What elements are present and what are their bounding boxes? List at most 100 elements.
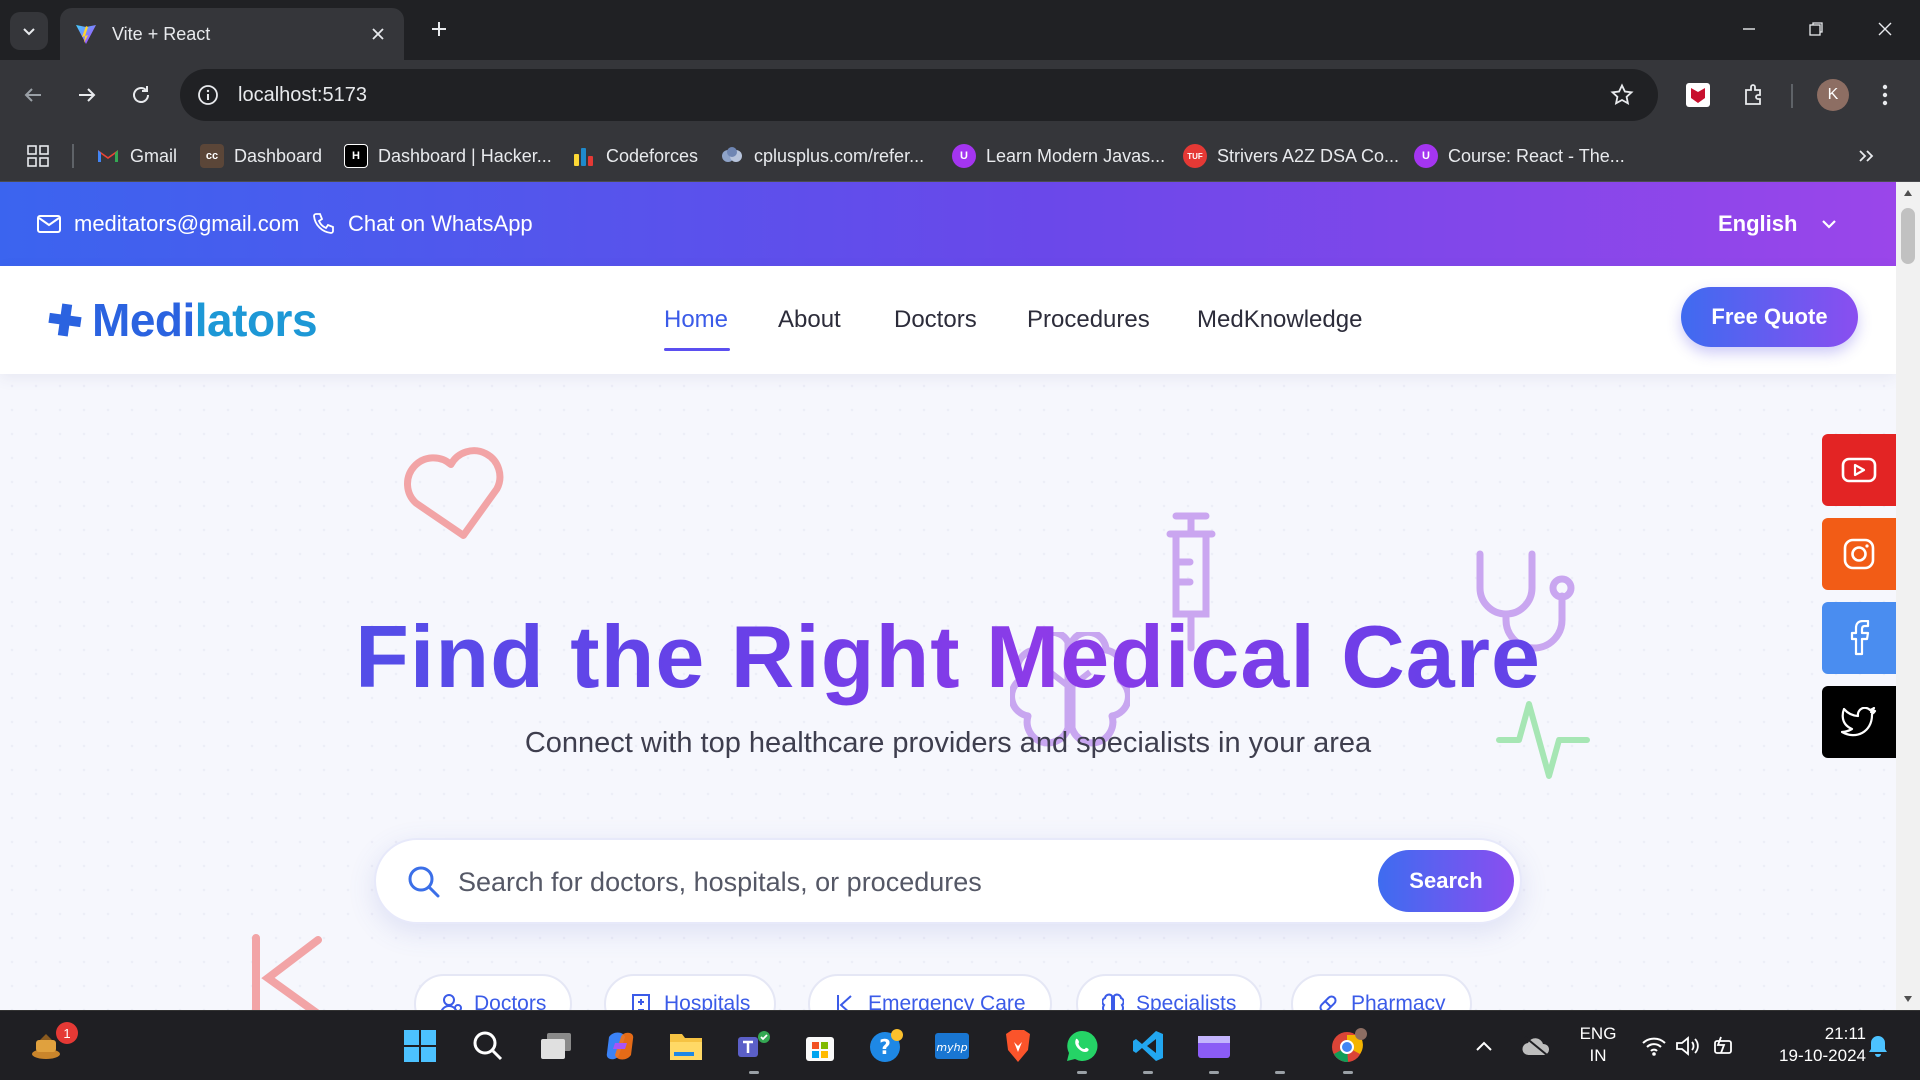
store-app[interactable] xyxy=(798,1024,842,1068)
running-indicator xyxy=(1275,1071,1285,1074)
copilot-app[interactable] xyxy=(598,1024,642,1068)
notifications-button[interactable] xyxy=(1862,1024,1894,1068)
email-link[interactable]: meditators@gmail.com xyxy=(36,182,299,266)
vscode-app[interactable] xyxy=(1126,1024,1170,1074)
bookmarks-bar: Gmail cc Dashboard H Dashboard | Hacker.… xyxy=(0,130,1920,182)
chevron-down-icon xyxy=(1822,220,1837,229)
chip-label: Doctors xyxy=(474,992,547,1010)
windows-taskbar: 1 ? myhp ENG IN 21:11 19-10-2024 xyxy=(0,1010,1920,1080)
language-select[interactable]: English xyxy=(1718,182,1839,266)
task-view-button[interactable] xyxy=(534,1024,578,1068)
page-scrollbar[interactable] xyxy=(1896,182,1920,1010)
bookmark-label: cplusplus.com/refer... xyxy=(754,145,925,166)
youtube-button[interactable] xyxy=(1822,434,1896,506)
myhp-app[interactable]: myhp xyxy=(930,1024,974,1068)
volume-tray[interactable] xyxy=(1670,1024,1706,1068)
tab-search-button[interactable] xyxy=(10,12,48,50)
bookmark-gmail[interactable]: Gmail xyxy=(96,138,177,174)
bookmark-star-icon[interactable] xyxy=(1606,79,1638,111)
video-editor-icon xyxy=(1198,1036,1230,1058)
whatsapp-app[interactable] xyxy=(1060,1024,1104,1074)
forward-button[interactable] xyxy=(70,78,104,112)
facebook-button[interactable] xyxy=(1822,602,1896,674)
battery-tray[interactable] xyxy=(1706,1024,1742,1068)
chip-emergency-care[interactable]: Emergency Care xyxy=(808,974,1052,1010)
restore-button[interactable] xyxy=(1801,14,1831,44)
scroll-up-arrow[interactable] xyxy=(1896,182,1920,204)
nav-home[interactable]: Home xyxy=(664,266,728,374)
teams-app[interactable] xyxy=(732,1024,776,1074)
scroll-down-arrow[interactable] xyxy=(1896,988,1920,1010)
volume-icon xyxy=(1676,1036,1699,1056)
new-tab-button[interactable] xyxy=(424,14,454,44)
free-quote-button[interactable]: Free Quote xyxy=(1681,287,1858,347)
bookmark-hackerrank[interactable]: H Dashboard | Hacker... xyxy=(344,138,552,174)
bookmark-codechef[interactable]: cc Dashboard xyxy=(200,138,322,174)
bookmark-strivers[interactable]: TUF Strivers A2Z DSA Co... xyxy=(1183,138,1399,174)
browser-menu-icon[interactable] xyxy=(1868,78,1902,112)
whatsapp-link[interactable]: Chat on WhatsApp xyxy=(310,182,533,266)
search-input[interactable] xyxy=(458,860,1358,904)
more-bookmarks-icon[interactable] xyxy=(1852,142,1880,170)
chip-pharmacy[interactable]: Pharmacy xyxy=(1291,974,1472,1010)
onedrive-tray[interactable] xyxy=(1516,1024,1556,1068)
phone-icon xyxy=(313,213,334,234)
nav-about[interactable]: About xyxy=(778,266,841,374)
chip-specialists[interactable]: Specialists xyxy=(1076,974,1263,1010)
chrome-app[interactable] xyxy=(1326,1024,1370,1074)
clipchamp-app[interactable] xyxy=(1192,1024,1236,1074)
system-clock[interactable]: 21:11 19-10-2024 xyxy=(1756,1023,1866,1067)
bookmark-udemy-react[interactable]: U Course: React - The... xyxy=(1414,138,1625,174)
file-explorer-app[interactable] xyxy=(664,1024,708,1068)
minimize-button[interactable] xyxy=(1734,14,1764,44)
help-icon: ? xyxy=(870,1029,903,1062)
nav-medknowledge[interactable]: MedKnowledge xyxy=(1197,266,1362,374)
tab-close-icon[interactable] xyxy=(366,22,390,46)
chip-label: Specialists xyxy=(1136,992,1237,1010)
brain-icon xyxy=(1102,993,1124,1010)
widgets-button[interactable]: 1 xyxy=(24,1022,78,1068)
whatsapp-text: Chat on WhatsApp xyxy=(348,211,533,236)
chip-doctors[interactable]: Doctors xyxy=(414,974,573,1010)
close-window-button[interactable] xyxy=(1870,14,1900,44)
codeforces-icon xyxy=(574,148,593,166)
brand-logo[interactable]: Medilators xyxy=(46,266,318,374)
site-info-icon[interactable] xyxy=(192,79,224,111)
browser-tab[interactable]: Vite + React xyxy=(60,8,404,60)
wifi-tray[interactable] xyxy=(1636,1024,1672,1068)
running-indicator xyxy=(1343,1071,1353,1074)
nav-procedures[interactable]: Procedures xyxy=(1027,266,1150,374)
profile-avatar[interactable]: K xyxy=(1817,79,1849,111)
arrow-left-icon xyxy=(24,88,41,102)
scrollbar-thumb[interactable] xyxy=(1901,208,1915,264)
twitter-button[interactable] xyxy=(1822,686,1896,758)
bookmark-label: Course: React - The... xyxy=(1448,145,1625,166)
whatsapp-icon xyxy=(1067,1030,1098,1061)
reload-button[interactable] xyxy=(124,78,158,112)
instagram-icon xyxy=(1843,538,1875,570)
chip-hospitals[interactable]: Hospitals xyxy=(604,974,777,1010)
battery-charging-icon xyxy=(1714,1036,1732,1054)
show-hidden-icons[interactable] xyxy=(1468,1024,1500,1068)
extension-mcafee-icon[interactable] xyxy=(1681,78,1715,112)
address-bar[interactable]: localhost:5173 xyxy=(180,69,1658,121)
mail-icon xyxy=(37,215,61,233)
get-help-app[interactable]: ? xyxy=(864,1024,908,1068)
bookmark-cplusplus[interactable]: cplusplus.com/refer... xyxy=(720,138,924,174)
start-button[interactable] xyxy=(398,1024,442,1068)
apps-grid-icon[interactable] xyxy=(24,142,52,170)
input-language[interactable]: ENG IN xyxy=(1576,1023,1620,1067)
brave-app[interactable] xyxy=(996,1024,1040,1068)
bookmark-udemy-js[interactable]: U Learn Modern Javas... xyxy=(952,138,1165,174)
bookmark-codeforces[interactable]: Codeforces xyxy=(572,138,698,174)
medical-cross-icon xyxy=(48,303,82,337)
hero-section: Find the Right Medical Care Connect with… xyxy=(0,374,1896,1010)
extensions-puzzle-icon[interactable] xyxy=(1737,78,1771,112)
nav-doctors[interactable]: Doctors xyxy=(894,266,977,374)
search-button[interactable]: Search xyxy=(1378,850,1514,912)
instagram-button[interactable] xyxy=(1822,518,1896,590)
taskbar-search[interactable] xyxy=(466,1024,510,1068)
svg-text:myhp: myhp xyxy=(936,1041,967,1054)
back-button[interactable] xyxy=(16,78,50,112)
hidden-app-slot[interactable] xyxy=(1258,1024,1302,1074)
